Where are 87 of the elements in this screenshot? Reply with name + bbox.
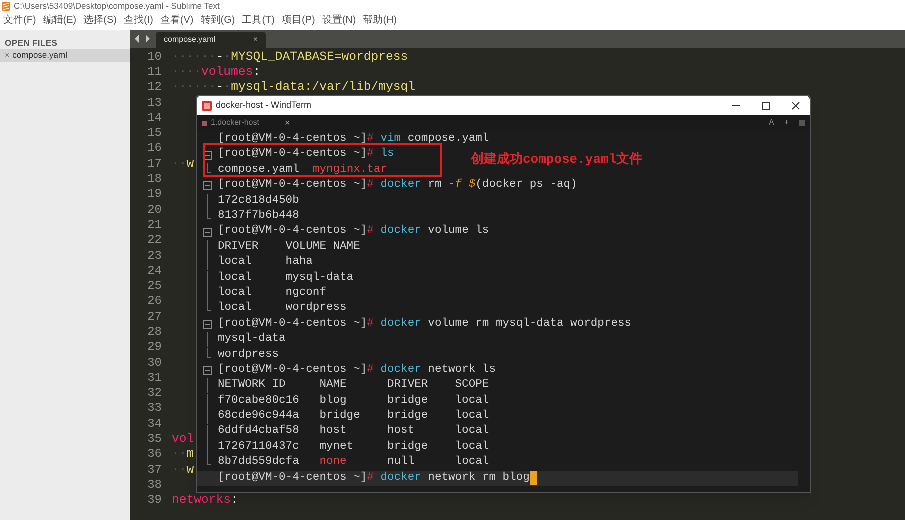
menu-item[interactable]: 查看(V) <box>156 16 198 26</box>
code-line: ··m <box>172 448 194 461</box>
line-number: 20 <box>146 204 162 216</box>
menu-item[interactable]: 帮助(H) <box>360 16 401 26</box>
editor-tab[interactable]: compose.yaml × <box>156 32 266 48</box>
terminal-line: mysql-data <box>218 334 286 346</box>
line-number: 14 <box>146 112 162 124</box>
line-number: 19 <box>146 188 162 200</box>
terminal-line: [root@VM-0-4-centos ~]# docker volume ls <box>218 226 490 238</box>
line-number: 33 <box>146 402 162 414</box>
close-icon[interactable]: × <box>285 118 290 128</box>
line-number: 27 <box>146 310 162 323</box>
line-number: 22 <box>146 234 162 246</box>
window-title: C:\Users\53409\Desktop\compose.yaml - Sublime Text <box>14 2 220 10</box>
line-number: 26 <box>146 295 162 308</box>
close-icon[interactable]: × <box>253 36 258 44</box>
line-number: 11 <box>146 66 162 78</box>
terminal-line: NETWORK ID NAME DRIVER SCOPE <box>218 380 490 392</box>
sidebar-header: OPEN FILES <box>4 37 59 49</box>
menu-item[interactable]: 编辑(E) <box>40 16 80 26</box>
line-number: 29 <box>146 341 162 354</box>
menu-item[interactable]: 设置(N) <box>318 16 360 26</box>
line-number: 37 <box>146 464 162 476</box>
terminal-tab[interactable]: 1.docker-host <box>211 119 281 127</box>
line-number: 17 <box>146 158 162 170</box>
line-number: 15 <box>146 127 162 140</box>
tab-icon <box>202 120 207 126</box>
code-line: ······-·mysql-data:/var/lib/mysql <box>172 81 416 94</box>
terminal-line: 68cde96c944a bridge bridge local <box>218 411 490 422</box>
terminal-line: 172c818d450b <box>218 196 300 207</box>
terminal-line: DRIVER VOLUME NAME <box>218 242 360 254</box>
menu-item[interactable]: 文件(F) <box>0 16 40 26</box>
code-line: networks: <box>172 494 238 506</box>
line-number: 16 <box>146 142 162 154</box>
terminal-title: docker-host - WindTerm <box>216 101 312 110</box>
toolbar-button[interactable]: A <box>766 119 778 127</box>
terminal-line: [root@VM-0-4-centos ~]# docker network ls <box>218 364 496 376</box>
line-number: 28 <box>146 326 162 338</box>
terminal-line: local mysql-data <box>218 272 354 284</box>
menu-item[interactable]: 查找(I) <box>120 16 157 26</box>
line-number: 10 <box>146 50 162 63</box>
line-number: 38 <box>146 478 162 491</box>
menu-item[interactable]: 工具(T) <box>238 16 278 26</box>
line-number: 24 <box>146 264 162 277</box>
terminal-line: 17267110437c mynet bridge local <box>218 442 490 454</box>
terminal-line: 6ddfd4cbaf58 host host local <box>218 426 490 438</box>
file-name: compose.yaml <box>12 51 68 60</box>
terminal-line: [root@VM-0-4-centos ~]# docker network rm blog <box>218 472 530 484</box>
line-number: 18 <box>146 173 162 186</box>
line-number: 36 <box>146 448 162 460</box>
terminal-line: compose.yaml mynginx.tar <box>218 164 388 176</box>
terminal-line: local ngconf <box>218 288 326 300</box>
line-number: 21 <box>146 218 162 231</box>
menu-item[interactable]: 项目(P) <box>278 16 319 26</box>
line-number: 35 <box>146 433 162 446</box>
terminal-line: [root@VM-0-4-centos ~]# ls <box>218 149 394 161</box>
terminal-line: local haha <box>218 257 313 268</box>
code-line: ····volumes: <box>172 66 261 78</box>
terminal-line: local wordpress <box>218 303 347 315</box>
code-line: ······-·MYSQL_DATABASE=wordpress <box>172 50 408 63</box>
code-line: ··w <box>172 464 194 476</box>
line-number: 32 <box>146 387 162 400</box>
line-number: 13 <box>146 96 162 109</box>
line-number: 39 <box>146 494 162 506</box>
line-number: 34 <box>146 418 162 430</box>
toolbar-button[interactable]: + <box>781 119 792 127</box>
annotation-text: 创建成功compose.yaml文件 <box>471 153 643 166</box>
terminal-line: wordpress <box>218 350 280 361</box>
menu-item[interactable]: 选择(S) <box>80 16 120 26</box>
terminal-line: [root@VM-0-4-centos ~]# docker volume rm mysql-data wordpress <box>218 318 632 330</box>
sidebar-file[interactable]: × compose.yaml <box>0 49 130 62</box>
terminal-line: 8137f7b6b448 <box>218 211 300 222</box>
menu-item[interactable]: 转到(G) <box>197 16 239 26</box>
line-number: 23 <box>146 250 162 262</box>
close-icon[interactable] <box>791 100 801 110</box>
line-number: 25 <box>146 280 162 292</box>
line-number: 31 <box>146 372 162 384</box>
line-number: 30 <box>146 356 162 369</box>
terminal-line: [root@VM-0-4-centos ~]# docker rm -f $(docker ps -aq) <box>218 180 578 192</box>
terminal-line: f70cabe80c16 blog bridge local <box>218 396 490 407</box>
terminal-line: 8b7dd559dcfa none null local <box>218 457 490 469</box>
maximize-icon[interactable] <box>761 100 771 110</box>
code-line: ··w <box>172 158 194 170</box>
app-icon <box>202 100 212 110</box>
code-line: vol <box>172 432 194 446</box>
line-number: 12 <box>146 81 162 94</box>
tab-nav-icon[interactable] <box>135 35 151 43</box>
